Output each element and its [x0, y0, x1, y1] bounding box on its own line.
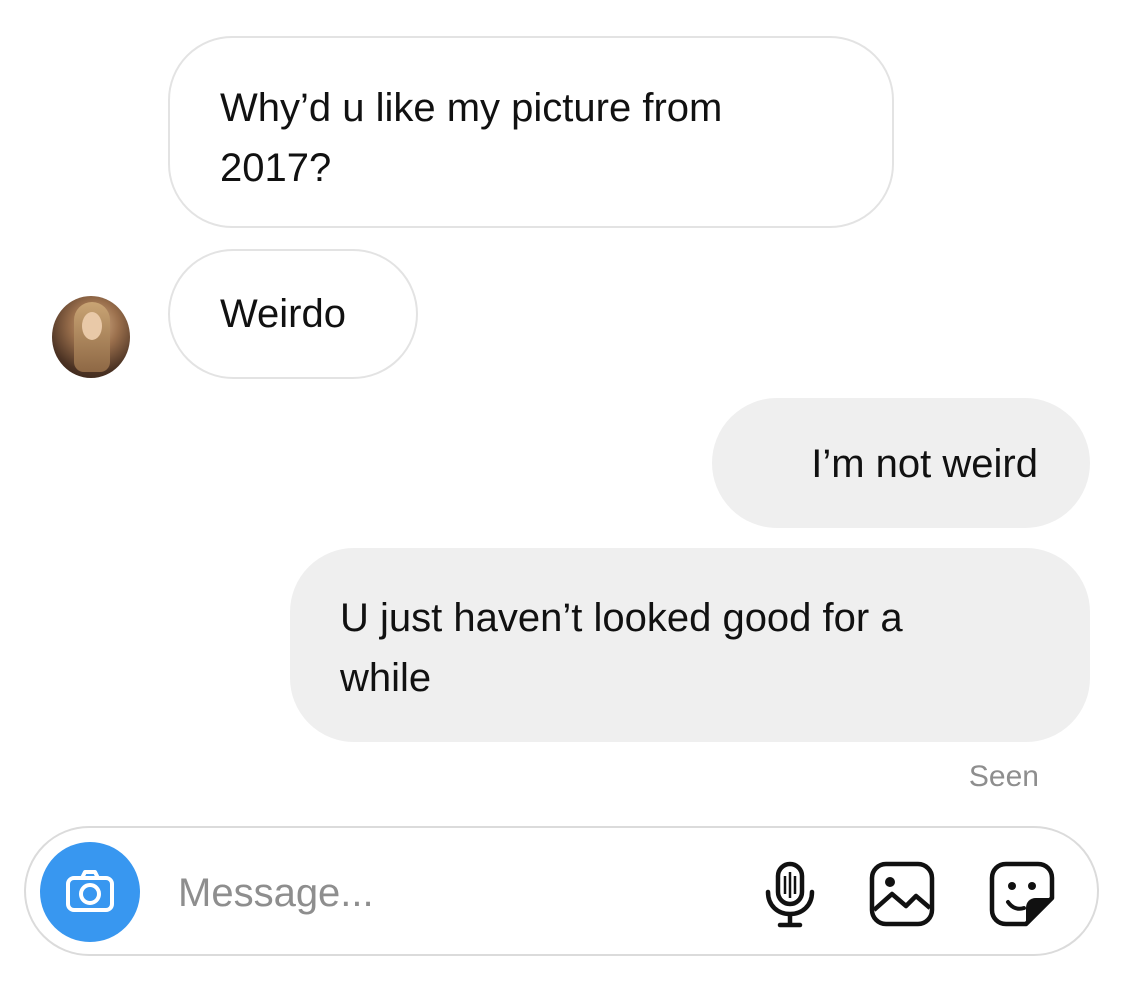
gallery-icon: [869, 861, 935, 927]
camera-button[interactable]: [40, 842, 140, 942]
incoming-message-bubble[interactable]: Why’d u like my picture from 2017?: [168, 36, 894, 228]
message-input[interactable]: [176, 862, 680, 924]
sticker-icon: [989, 861, 1055, 927]
message-composer: [24, 826, 1099, 956]
seen-status: Seen: [968, 760, 1039, 793]
contact-avatar[interactable]: [52, 296, 130, 378]
outgoing-message-bubble[interactable]: I’m not weird: [712, 398, 1090, 528]
outgoing-message-bubble[interactable]: U just haven’t looked good for a while: [290, 548, 1090, 742]
sticker-button[interactable]: [986, 858, 1058, 930]
camera-icon: [66, 870, 114, 912]
message-thread: Why’d u like my picture from 2017? Weird…: [0, 0, 1125, 987]
avatar-face: [82, 312, 102, 340]
microphone-button[interactable]: [754, 858, 826, 930]
incoming-message-bubble[interactable]: Weirdo: [168, 249, 418, 379]
microphone-icon: [765, 861, 815, 928]
gallery-button[interactable]: [866, 858, 938, 930]
